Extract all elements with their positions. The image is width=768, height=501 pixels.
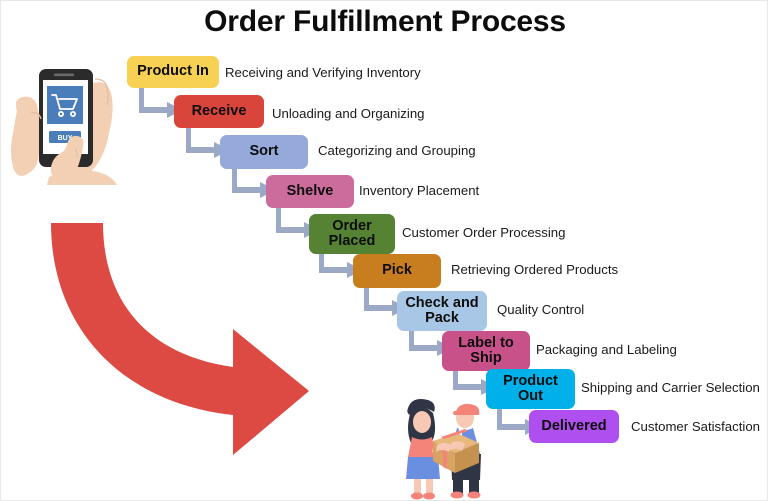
step-description-order-placed: Customer Order Processing	[402, 225, 566, 240]
step-box-pick[interactable]: Pick	[353, 254, 441, 288]
package-handoff-illustration	[389, 393, 501, 500]
step-box-receive[interactable]: Receive	[174, 95, 264, 128]
step-box-product-out[interactable]: Product Out	[486, 369, 575, 409]
diagram-canvas: Order Fulfillment Process BUY Product In…	[0, 0, 768, 501]
step-description-check-and-pack: Quality Control	[497, 302, 585, 317]
step-box-sort[interactable]: Sort	[220, 135, 308, 169]
step-description-pick: Retrieving Ordered Products	[451, 262, 619, 277]
step-description-delivered: Customer Satisfaction	[631, 419, 760, 434]
step-description-receive: Unloading and Organizing	[272, 106, 425, 121]
step-description-sort: Categorizing and Grouping	[318, 143, 476, 158]
step-description-label-to-ship: Packaging and Labeling	[536, 342, 677, 357]
step-box-shelve[interactable]: Shelve	[266, 175, 354, 208]
step-box-order-placed[interactable]: Order Placed	[309, 214, 395, 254]
hand-holding-phone-illustration: BUY	[9, 49, 127, 189]
step-description-product-out: Shipping and Carrier Selection	[581, 380, 760, 395]
page-title: Order Fulfillment Process	[204, 5, 566, 38]
step-description-shelve: Inventory Placement	[359, 183, 480, 198]
step-box-label-to-ship[interactable]: Label to Ship	[442, 331, 530, 371]
step-box-delivered[interactable]: Delivered	[529, 410, 619, 443]
curved-red-arrow-icon	[37, 215, 327, 465]
step-box-product-in[interactable]: Product In	[127, 56, 219, 88]
step-box-check-and-pack[interactable]: Check and Pack	[397, 291, 487, 331]
step-description-product-in: Receiving and Verifying Inventory	[225, 65, 421, 80]
